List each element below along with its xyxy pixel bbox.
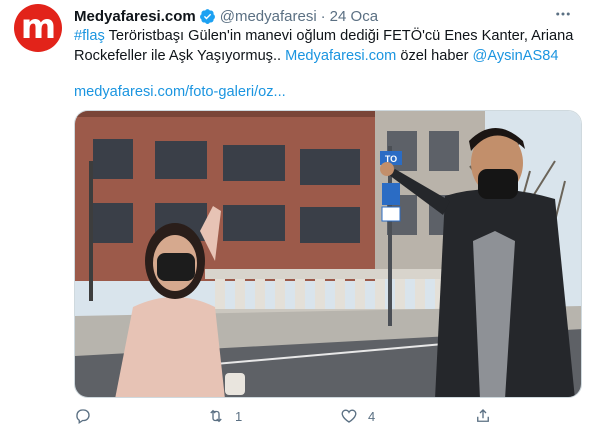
- display-name[interactable]: Medyafaresi.com: [74, 8, 196, 25]
- tweet-photo[interactable]: TO: [74, 110, 582, 398]
- retweet-icon: [210, 409, 222, 423]
- share-button[interactable]: [474, 404, 502, 428]
- more-options-icon[interactable]: [551, 4, 575, 24]
- separator-dot: ·: [320, 7, 326, 25]
- like-button[interactable]: 4: [340, 404, 375, 428]
- handle[interactable]: @medyafaresi: [220, 8, 317, 25]
- avatar-logo-letter: m: [20, 6, 56, 47]
- tweet-text-mid: özel haber: [396, 48, 473, 64]
- like-count: 4: [368, 408, 376, 424]
- tweet-header: Medyafaresi.com @medyafaresi · 24 Oca: [74, 6, 378, 26]
- heart-icon: [341, 409, 357, 423]
- retweet-count: 1: [235, 408, 243, 424]
- photo-illustration: TO: [75, 111, 581, 397]
- tweet-text: #flaş Teröristbaşı Gülen'in manevi oğlum…: [74, 26, 579, 66]
- timestamp[interactable]: 24 Oca: [330, 8, 378, 25]
- reply-icon: [76, 409, 90, 425]
- reply-button[interactable]: [74, 404, 102, 428]
- article-url-link[interactable]: medyafaresi.com/foto-galeri/oz...: [74, 82, 286, 102]
- verified-badge-icon: [199, 8, 215, 24]
- hashtag-link[interactable]: #flaş: [74, 28, 105, 44]
- site-link[interactable]: Medyafaresi.com: [285, 48, 396, 64]
- mention-link[interactable]: @AysinAS84: [473, 48, 559, 64]
- tweet-card[interactable]: m Medyafaresi.com @medyafaresi · 24 Oca …: [0, 0, 589, 439]
- retweet-button[interactable]: 1: [207, 404, 242, 428]
- share-icon: [477, 409, 489, 422]
- avatar[interactable]: m: [14, 4, 62, 52]
- tweet-actions: 1 4: [74, 404, 579, 428]
